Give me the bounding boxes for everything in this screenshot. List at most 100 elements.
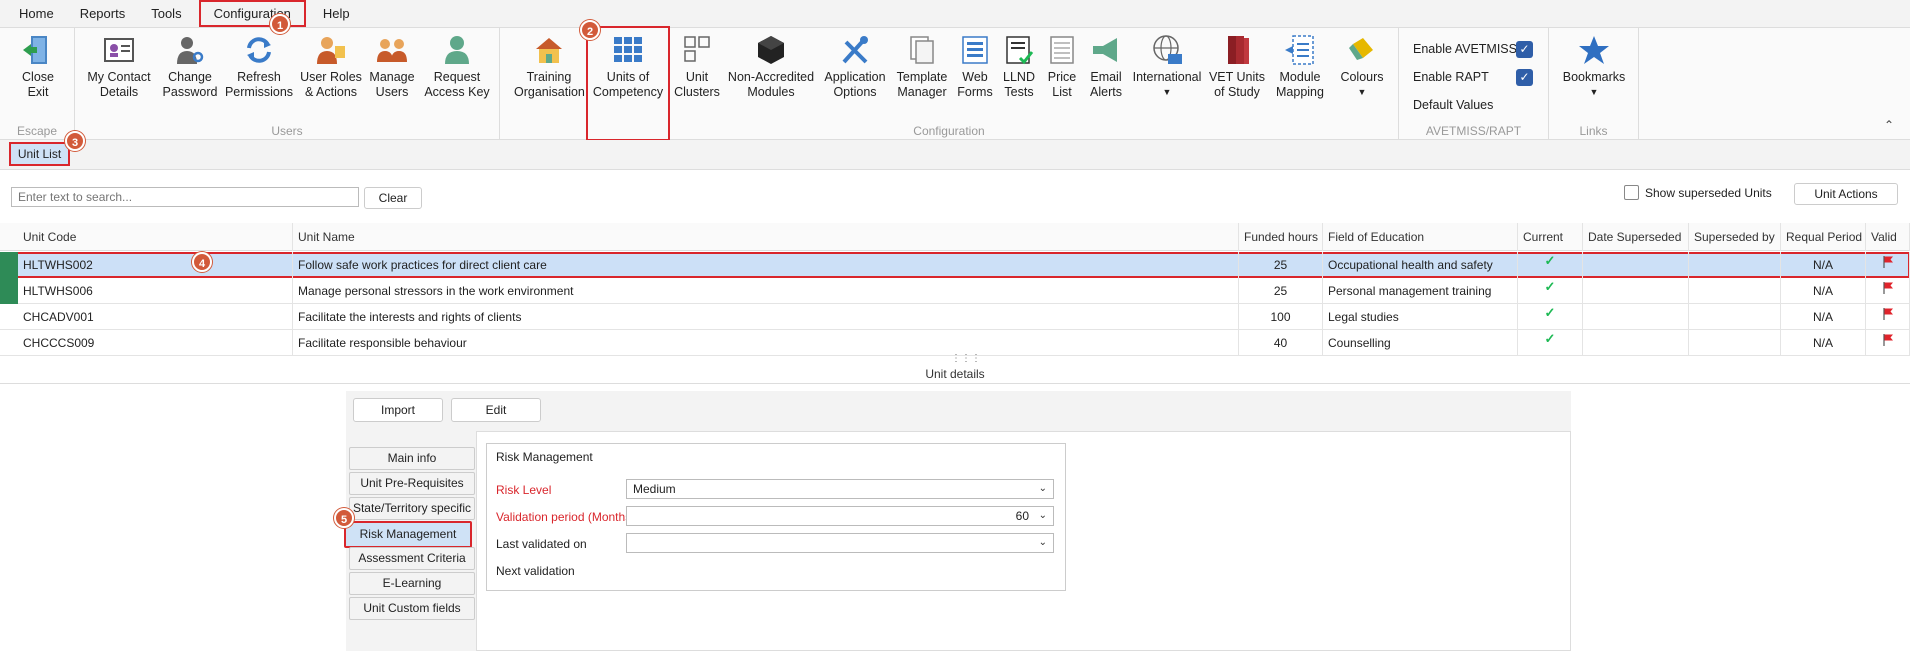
unit-actions-button[interactable]: Unit Actions <box>1794 183 1898 205</box>
tools-icon <box>842 36 868 64</box>
import-button[interactable]: Import <box>353 398 443 422</box>
menu-help[interactable]: Help <box>310 2 363 25</box>
clusters-icon <box>684 36 710 62</box>
tab-main-info[interactable]: Main info <box>349 447 475 470</box>
ribbon-group-users: My Contact Details Change Password Refre… <box>75 28 500 141</box>
vet-units-label: VET Units of Study <box>1208 70 1266 99</box>
bookmarks-button[interactable]: Bookmarks ▼ <box>1559 34 1629 100</box>
user-roles-label: User Roles & Actions <box>300 70 362 99</box>
clear-button[interactable]: Clear <box>364 187 422 209</box>
column-header-date-superseded[interactable]: Date Superseded <box>1583 223 1689 251</box>
close-exit-button[interactable]: Close Exit <box>10 34 66 100</box>
user-roles-button[interactable]: User Roles & Actions <box>300 34 362 100</box>
cell-funded-hours: 100 <box>1239 304 1323 330</box>
ribbon-group-escape: Close Exit Escape <box>0 28 75 141</box>
checklist-icon <box>1006 36 1034 65</box>
manage-users-button[interactable]: Manage Users <box>367 34 417 100</box>
price-list-label: Price List <box>1047 70 1077 99</box>
cell-field-of-education: Legal studies <box>1323 304 1518 330</box>
column-header-unit-code[interactable]: Unit Code <box>18 223 293 251</box>
cell-unit-name: Follow safe work practices for direct cl… <box>293 252 1239 278</box>
cell-date-superseded <box>1583 330 1689 356</box>
search-input[interactable] <box>11 187 359 207</box>
risk-management-heading: Risk Management <box>496 450 593 464</box>
units-of-competency-button[interactable]: Units of Competency <box>586 26 670 141</box>
cell-superseded-by <box>1689 330 1781 356</box>
column-header-requal-period[interactable]: Requal Period <box>1781 223 1866 251</box>
risk-level-select[interactable]: Medium ⌄ <box>626 479 1054 499</box>
cell-unit-name: Manage personal stressors in the work en… <box>293 278 1239 304</box>
application-options-label: Application Options <box>824 70 886 99</box>
module-mapping-button[interactable]: Module Mapping <box>1272 34 1328 100</box>
module-mapping-label: Module Mapping <box>1276 70 1324 99</box>
table-row[interactable]: HLTWHS002 Follow safe work practices for… <box>0 252 1910 278</box>
cell-unit-code: HLTWHS006 <box>18 278 293 304</box>
house-icon <box>536 38 562 63</box>
price-list-button[interactable]: Price List <box>1044 34 1080 100</box>
edit-button[interactable]: Edit <box>451 398 541 422</box>
unit-details-splitter[interactable]: ⋮⋮⋮ Unit details <box>0 354 1910 384</box>
refresh-permissions-button[interactable]: Refresh Permissions <box>223 34 295 100</box>
my-contact-label: My Contact Details <box>87 70 151 99</box>
training-org-label: Training Organisation <box>514 70 585 99</box>
llnd-tests-button[interactable]: LLND Tests <box>1000 34 1038 100</box>
group-label-links: Links <box>1579 124 1608 138</box>
cell-superseded-by <box>1689 252 1781 278</box>
international-button[interactable]: International ▼ <box>1132 34 1202 100</box>
chevron-down-icon: ▼ <box>1589 87 1599 97</box>
collapse-ribbon-icon[interactable]: ⌃ <box>1884 118 1894 132</box>
column-header-field-of-education[interactable]: Field of Education <box>1323 223 1518 251</box>
flag-icon <box>1866 252 1910 278</box>
tab-assessment-criteria[interactable]: Assessment Criteria <box>349 547 475 570</box>
tab-risk-management[interactable]: Risk Management <box>344 521 472 548</box>
check-icon: ✓ <box>1518 330 1583 356</box>
ribbon: Close Exit Escape My Contact Details Cha… <box>0 26 1910 141</box>
menu-reports[interactable]: Reports <box>67 2 139 25</box>
request-access-key-button[interactable]: Request Access Key <box>423 34 491 100</box>
non-accredited-modules-button[interactable]: Non-Accredited Modules <box>726 34 816 100</box>
user-key-icon <box>177 37 204 64</box>
cell-date-superseded <box>1583 278 1689 304</box>
template-manager-button[interactable]: Template Manager <box>894 34 950 100</box>
tab-unit-pre-requisites[interactable]: Unit Pre-Requisites <box>349 472 475 495</box>
email-alerts-button[interactable]: Email Alerts <box>1086 34 1126 100</box>
close-exit-label: Close Exit <box>22 70 54 99</box>
cell-unit-name: Facilitate responsible behaviour <box>293 330 1239 356</box>
drag-handle-icon[interactable]: ⋮⋮⋮ <box>951 354 981 364</box>
last-validated-date-picker[interactable]: ⌄ <box>626 533 1054 553</box>
risk-level-label: Risk Level <box>496 483 552 497</box>
column-header-superseded-by[interactable]: Superseded by <box>1689 223 1781 251</box>
menu-home[interactable]: Home <box>6 2 67 25</box>
tab-state-territory-specific[interactable]: State/Territory specific <box>349 497 475 520</box>
table-row[interactable]: HLTWHS006 Manage personal stressors in t… <box>0 278 1910 304</box>
check-icon: ✓ <box>1518 304 1583 330</box>
tab-e-learning[interactable]: E-Learning <box>349 572 475 595</box>
colours-button[interactable]: Colours ▼ <box>1334 34 1390 100</box>
training-organisation-button[interactable]: Training Organisation <box>514 34 585 100</box>
cell-unit-code: HLTWHS002 <box>18 252 293 278</box>
application-options-button[interactable]: Application Options <box>822 34 888 100</box>
column-header-valid[interactable]: Valid <box>1866 223 1910 251</box>
web-forms-button[interactable]: Web Forms <box>955 34 995 100</box>
menu-tools[interactable]: Tools <box>138 2 194 25</box>
tab-unit-custom-fields[interactable]: Unit Custom fields <box>349 597 475 620</box>
default-values-link[interactable]: Default Values <box>1413 98 1493 112</box>
my-contact-details-button[interactable]: My Contact Details <box>85 34 153 100</box>
show-superseded-checkbox[interactable] <box>1624 185 1639 200</box>
unit-clusters-button[interactable]: Unit Clusters <box>672 34 722 100</box>
step-badge-3: 3 <box>65 131 85 151</box>
cell-funded-hours: 25 <box>1239 252 1323 278</box>
table-row[interactable]: CHCADV001 Facilitate the interests and r… <box>0 304 1910 330</box>
change-password-button[interactable]: Change Password <box>160 34 220 100</box>
validation-period-stepper[interactable]: 60 ⌄ <box>626 506 1054 526</box>
chevron-down-icon: ▼ <box>1162 87 1172 97</box>
vet-units-button[interactable]: VET Units of Study <box>1208 34 1266 100</box>
column-header-funded-hours[interactable]: Funded hours <box>1239 223 1323 251</box>
check-icon: ✓ <box>1518 252 1583 278</box>
mapping-icon <box>1285 35 1314 65</box>
enable-avetmiss-checkbox[interactable]: ✓ <box>1516 41 1533 58</box>
enable-rapt-checkbox[interactable]: ✓ <box>1516 69 1533 86</box>
column-header-current[interactable]: Current <box>1518 223 1583 251</box>
column-header-unit-name[interactable]: Unit Name <box>293 223 1239 251</box>
tab-unit-list[interactable]: Unit List <box>9 142 70 166</box>
